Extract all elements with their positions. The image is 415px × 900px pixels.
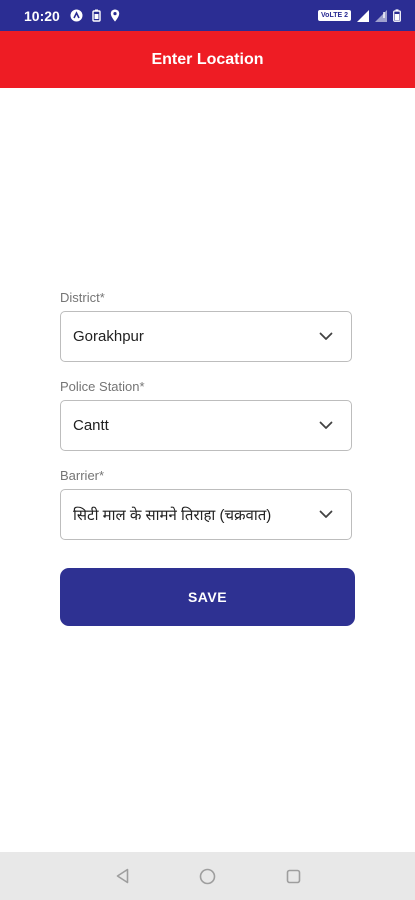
district-value: Gorakhpur <box>73 328 144 345</box>
barrier-dropdown[interactable]: सिटी माल के सामने तिराहा (चक्रवात) <box>60 489 352 540</box>
nfc-icon <box>70 9 83 22</box>
status-bar: 10:20 VoLTE 2 <box>0 0 415 31</box>
back-icon[interactable] <box>113 866 133 886</box>
chevron-down-icon <box>319 510 333 519</box>
battery-icon <box>393 9 401 22</box>
volte-badge: VoLTE 2 <box>318 10 351 21</box>
district-label: District* <box>60 290 105 305</box>
chevron-down-icon <box>319 421 333 430</box>
signal-icon <box>357 9 369 22</box>
police-station-label: Police Station* <box>60 379 145 394</box>
chevron-down-icon <box>319 332 333 341</box>
status-left-icons <box>70 9 120 22</box>
signal-no-data-icon <box>375 9 387 22</box>
location-icon <box>110 9 120 22</box>
police-station-dropdown[interactable]: Cantt <box>60 400 352 451</box>
battery-saver-icon <box>92 9 101 22</box>
save-button[interactable]: SAVE <box>60 568 355 626</box>
screen: 10:20 VoLTE 2 Enter Location District* G… <box>0 0 415 900</box>
barrier-value: सिटी माल के सामने तिराहा (चक्रवात) <box>73 506 272 524</box>
status-right-icons: VoLTE 2 <box>318 9 401 22</box>
status-time: 10:20 <box>24 7 60 24</box>
page-title: Enter Location <box>151 50 264 68</box>
barrier-label: Barrier* <box>60 468 105 483</box>
police-station-value: Cantt <box>73 417 109 434</box>
nav-bar <box>0 852 415 900</box>
district-dropdown[interactable]: Gorakhpur <box>60 311 352 362</box>
recents-icon[interactable] <box>283 866 303 886</box>
home-icon[interactable] <box>197 866 217 886</box>
app-bar: Enter Location <box>0 31 415 88</box>
